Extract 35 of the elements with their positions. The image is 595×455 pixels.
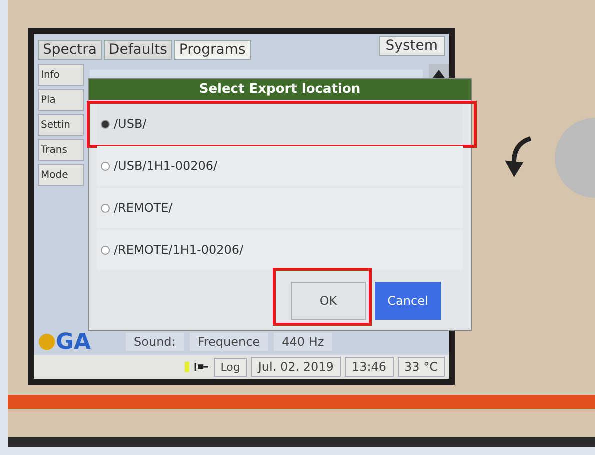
side-menu-button[interactable]: Trans [38,139,84,161]
option-label: /USB/ [114,117,147,131]
field-value: 440 Hz [274,333,332,351]
radio-button[interactable] [101,162,110,170]
time-text: 13:46 [344,357,394,377]
radio-button[interactable] [101,246,110,254]
logo-ball-icon [38,333,56,351]
option-label: /REMOTE/1H1-00206/ [114,243,244,257]
system-button[interactable]: System [378,36,445,56]
option-label: /REMOTE/ [114,201,173,215]
location-option[interactable]: /REMOTE/1H1-00206/ [97,230,463,270]
side-menu-button[interactable]: Pla [38,89,84,111]
tab[interactable]: Spectra [38,40,102,60]
date-text: Jul. 02. 2019 [251,357,341,377]
logo-text: GA [56,330,92,354]
battery-icon [184,360,190,374]
tab[interactable]: Programs [174,40,251,60]
option-label: /USB/1H1-00206/ [114,159,218,173]
radio-button[interactable] [101,120,110,128]
dialog-button[interactable]: OK [291,282,366,320]
side-menu-button[interactable]: Info [38,64,84,86]
log-button[interactable]: Log [214,358,248,376]
temperature-text: 33 °C [398,357,445,377]
dialog-title: Select Export location [89,79,471,100]
field-label: Sound: [126,333,184,351]
plug-icon [194,362,210,372]
field-label: Frequence [190,333,268,351]
location-option[interactable]: /USB/1H1-00206/ [97,146,463,186]
tab[interactable]: Defaults [104,40,172,60]
side-menu-button[interactable]: Settin [38,114,84,136]
side-menu-button[interactable]: Mode [38,164,84,186]
radio-button[interactable] [101,204,110,212]
location-option[interactable]: /USB/ [97,104,463,144]
dialog-button[interactable]: Cancel [375,282,441,320]
location-option[interactable]: /REMOTE/ [97,188,463,228]
